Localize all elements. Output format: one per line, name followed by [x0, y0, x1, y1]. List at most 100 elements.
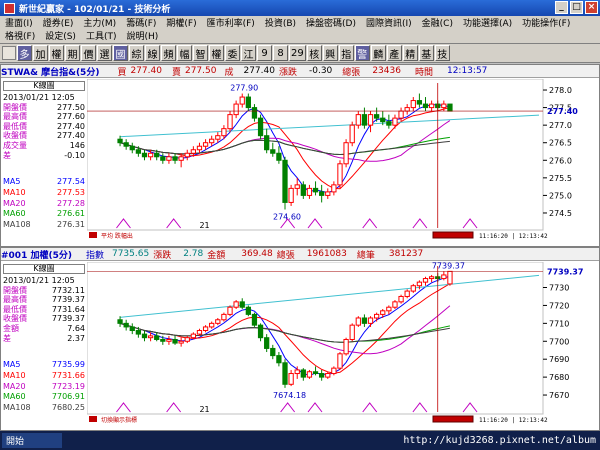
panel1-info-value: 277.50 [57, 102, 85, 112]
candle-body [264, 337, 270, 349]
toolbar-button-0[interactable]: 多 [17, 45, 32, 61]
y-tick-label: 276.0 [549, 156, 572, 165]
toolbar-button-13[interactable]: 委 [225, 45, 240, 61]
maximize-button[interactable]: □ [570, 1, 583, 14]
menu-item-row2-1[interactable]: 設定(S) [40, 29, 81, 42]
toolbar-button-24[interactable]: 精 [402, 45, 418, 61]
toolbar-button-7[interactable]: 綜 [129, 45, 144, 61]
panel1-ma-value: 276.61 [57, 209, 85, 219]
menu-item-row2-3[interactable]: 說明(H) [121, 29, 163, 42]
high-annotation: 277.90 [230, 84, 258, 93]
toolbar-button-5[interactable]: 選 [97, 45, 112, 61]
panel2-ma-row: MA20 7723.19 [3, 382, 85, 393]
candle-body [190, 149, 197, 154]
candle-body [166, 156, 172, 161]
toolbar-button-25[interactable]: 基 [418, 45, 434, 61]
toolbar-button-1[interactable]: 加 [33, 45, 48, 61]
candle-body [270, 347, 276, 357]
candle-body [141, 333, 148, 339]
candle-body [264, 135, 270, 151]
toolbar-button-12[interactable]: 權 [209, 45, 224, 61]
candle-body [380, 117, 386, 123]
day-label: 21 [199, 405, 209, 414]
candle-body [349, 324, 355, 340]
panel1-ma-row: MA60 276.61 [3, 209, 85, 220]
panel1-chart[interactable]: 278.0277.5277.0276.5276.0275.5275.0274.5… [87, 79, 599, 246]
panel2-info-row: 金額 7.64 [3, 324, 85, 334]
menu-item-2[interactable]: 主力(M) [78, 16, 121, 29]
candle-body [294, 369, 300, 375]
panel1-info: 2013/01/21 12:05 開盤價 277.50 最高價 277.60 最低價 27… [3, 93, 85, 160]
candle-body [367, 317, 374, 324]
toolbar-button-15[interactable]: 9 [257, 45, 272, 61]
panel1-ma-label: MA108 [3, 220, 31, 230]
menu-item-0[interactable]: 畫面(I) [0, 16, 38, 29]
panel2-info-value: 7731.64 [51, 304, 85, 314]
candle-body [282, 159, 288, 203]
day-label: 21 [199, 221, 209, 230]
toolbar-button-14[interactable]: 江 [241, 45, 256, 61]
candle-body [428, 276, 435, 280]
toolbar-button-6[interactable]: 國 [113, 45, 128, 61]
toolbar-button-2[interactable]: 權 [49, 45, 64, 61]
menu-item-4[interactable]: 期權(F) [161, 16, 201, 29]
candle-body [196, 330, 203, 335]
legend-text: 切換顯示指標 [101, 416, 137, 424]
menu-item-10[interactable]: 功能選擇(A) [458, 16, 517, 29]
toolbar-button-3[interactable]: 期 [65, 45, 80, 61]
legend-swatch [89, 232, 97, 238]
panel1-ma-row: MA10 277.53 [3, 188, 85, 199]
y-tick-label: 277.0 [549, 121, 572, 130]
toolbar-button-9[interactable]: 頻 [161, 45, 176, 61]
menu-item-row2-2[interactable]: 工具(T) [81, 29, 122, 42]
toolbar-button-17[interactable]: 29 [289, 45, 306, 61]
toolbar-button-21[interactable]: 警 [354, 45, 370, 61]
candle-body [233, 301, 239, 308]
menu-item-9[interactable]: 金融(C) [417, 16, 458, 29]
close-button[interactable]: × [585, 1, 598, 14]
panel2-info: 2013/01/21 12:05 開盤價 7732.11 最高價 7739.37 最低價… [3, 276, 85, 343]
candle-body [404, 107, 410, 112]
panel1-kline-button[interactable]: K線圖 [3, 81, 85, 91]
toolbar-app-icon[interactable] [2, 46, 16, 60]
toolbar-button-11[interactable]: 智 [193, 45, 208, 61]
toolbar-button-10[interactable]: 幅 [177, 45, 192, 61]
start-button[interactable]: 開始 [2, 433, 62, 448]
panel1-ma-label: MA60 [3, 209, 26, 219]
panel1-ma-label: MA5 [3, 177, 21, 186]
toolbar-button-26[interactable]: 技 [434, 45, 450, 61]
toolbar-button-20[interactable]: 指 [338, 45, 354, 61]
candle-body [416, 100, 423, 105]
menu-item-3[interactable]: 籌碼(F) [121, 16, 161, 29]
candle-body [404, 290, 410, 297]
toolbar-button-16[interactable]: 8 [273, 45, 288, 61]
candle-body [202, 326, 209, 332]
toolbar-button-18[interactable]: 核 [306, 45, 322, 61]
candle-body [215, 319, 221, 324]
panel2-ma-label: MA108 [3, 403, 31, 413]
menu-item-8[interactable]: 國際資訊(I) [361, 16, 417, 29]
menu-item-row2-0[interactable]: 格視(F) [0, 29, 40, 42]
candle-body [306, 371, 313, 378]
menu-item-1[interactable]: 證券(E) [38, 16, 79, 29]
candle-body [343, 142, 349, 165]
toolbar-button-4[interactable]: 價 [81, 45, 96, 61]
menu-item-7[interactable]: 操盤密碼(D) [301, 16, 361, 29]
candle-body [282, 362, 288, 385]
panel2-amount: 369.48 [241, 249, 273, 259]
panel2-chart[interactable]: 7730 7720 7710 7700 7690 7680 7670 7739.37 7739.… [87, 262, 599, 430]
menu-item-11[interactable]: 功能操作(F) [517, 16, 575, 29]
toolbar-button-19[interactable]: 興 [322, 45, 338, 61]
panel2-change: 2.78 [183, 249, 204, 259]
panel2-ma-label: MA5 [3, 360, 21, 369]
toolbar-button-22[interactable]: 麟 [370, 45, 386, 61]
panel2-kline-button[interactable]: K線圖 [3, 264, 85, 274]
toolbar-button-23[interactable]: 產 [386, 45, 402, 61]
panel2-ma-value: 7735.99 [51, 360, 85, 369]
minimize-button[interactable]: _ [555, 1, 568, 14]
candle-body [373, 313, 380, 319]
toolbar-button-8[interactable]: 線 [145, 45, 160, 61]
menu-item-5[interactable]: 匯市利率(F) [202, 16, 260, 29]
menu-item-6[interactable]: 投資(B) [260, 16, 301, 29]
candle-body [123, 142, 129, 147]
